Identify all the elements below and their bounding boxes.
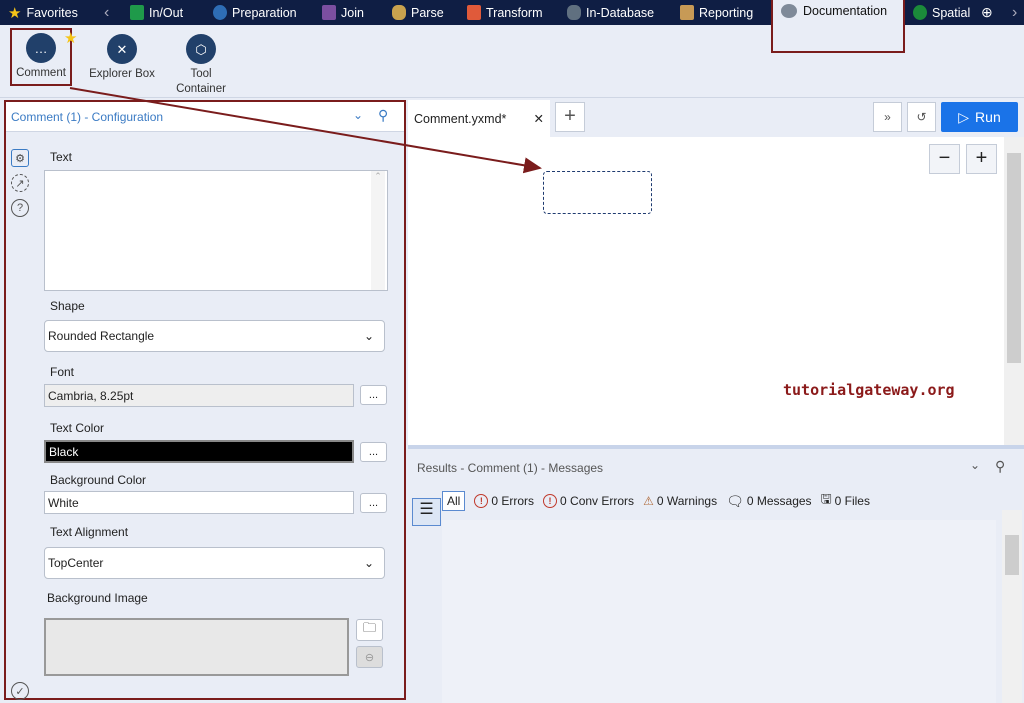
tool-explorer-box[interactable]: ✕Explorer Box bbox=[84, 31, 160, 82]
add-category-icon[interactable]: ⊕ bbox=[981, 0, 993, 25]
chevron-down-icon: ⌄ bbox=[364, 329, 374, 343]
chevron-down-icon[interactable]: ⌄ bbox=[970, 458, 980, 472]
config-header: Comment (1) - Configuration ⌄ ⚲ bbox=[6, 102, 404, 132]
check-icon[interactable]: ✓ bbox=[11, 682, 29, 700]
bg-color-label: Background Color bbox=[50, 473, 146, 487]
text-color-field[interactable]: Black bbox=[44, 440, 354, 463]
category-in-out[interactable]: In/Out bbox=[130, 0, 183, 25]
save-icon: 🖫 bbox=[821, 490, 832, 512]
scroll-left-icon[interactable]: ‹ bbox=[104, 0, 109, 25]
category-preparation[interactable]: Preparation bbox=[213, 0, 297, 25]
error-icon: ! bbox=[543, 494, 557, 508]
new-tab-button[interactable]: + bbox=[555, 102, 585, 132]
database-icon bbox=[567, 5, 581, 20]
scrollbar[interactable]: ⌃ bbox=[371, 171, 385, 290]
category-spatial[interactable]: Spatial bbox=[913, 0, 970, 25]
layout-icon[interactable]: ☰ bbox=[412, 498, 441, 526]
tool-container[interactable]: ⬡Tool Container bbox=[170, 31, 232, 97]
comment-tool-node[interactable] bbox=[543, 171, 652, 214]
category-in-database[interactable]: In-Database bbox=[567, 0, 654, 25]
run-button[interactable]: ▷Run bbox=[941, 102, 1018, 132]
filter-files[interactable]: 🖫0 Files bbox=[821, 490, 870, 512]
workflow-canvas[interactable]: − + tutorialgateway.org bbox=[408, 137, 1004, 445]
chevron-down-icon: ⌄ bbox=[364, 556, 374, 570]
favorite-star-icon[interactable]: ★ bbox=[64, 29, 77, 47]
tool-container-icon: ⬡ bbox=[186, 34, 216, 64]
documentation-icon bbox=[781, 4, 797, 18]
play-icon: ▷ bbox=[958, 109, 969, 126]
workflow-tabbar: Comment.yxmd*✕ + » ↺ ▷Run bbox=[408, 98, 1024, 137]
bg-color-field[interactable]: White bbox=[44, 491, 354, 514]
filter-messages[interactable]: 🗨0 Messages bbox=[726, 493, 811, 510]
results-scrollbar[interactable] bbox=[1002, 510, 1022, 703]
bg-image-preview bbox=[44, 618, 349, 676]
text-alignment-select[interactable]: TopCenter⌄ bbox=[44, 547, 385, 579]
results-header: Results - Comment (1) - Messages ⌄ ⚲ bbox=[410, 452, 1022, 482]
results-list bbox=[442, 520, 996, 703]
category-documentation[interactable]: Documentation bbox=[771, 0, 905, 53]
configuration-panel: Comment (1) - Configuration ⌄ ⚲ ⚙ ↗ ? ✓ … bbox=[4, 100, 406, 700]
filter-conv-errors[interactable]: !0 Conv Errors bbox=[543, 494, 634, 508]
filter-warnings[interactable]: ⚠0 Warnings bbox=[643, 494, 717, 508]
text-input[interactable]: ⌃ bbox=[44, 170, 388, 291]
transform-icon bbox=[467, 5, 481, 20]
message-icon: 🗨 bbox=[726, 493, 744, 510]
results-panel: Results - Comment (1) - Messages ⌄ ⚲ ☰ A… bbox=[408, 450, 1024, 703]
expand-icon[interactable]: » bbox=[873, 102, 902, 132]
text-color-button[interactable]: ... bbox=[360, 442, 387, 462]
pin-icon[interactable]: ⚲ bbox=[995, 458, 1005, 475]
gear-icon[interactable]: ⚙ bbox=[11, 149, 29, 167]
help-icon[interactable]: ? bbox=[11, 199, 29, 217]
font-label: Font bbox=[50, 365, 74, 379]
join-icon bbox=[322, 5, 336, 20]
parse-icon bbox=[392, 5, 406, 20]
font-picker-button[interactable]: ... bbox=[360, 385, 387, 405]
folder-icon[interactable]: 🗀 bbox=[356, 619, 383, 641]
shape-label: Shape bbox=[50, 299, 85, 313]
remove-image-icon[interactable]: ⊖ bbox=[356, 646, 383, 668]
tab-comment-yxmd[interactable]: Comment.yxmd*✕ bbox=[408, 100, 550, 137]
spatial-icon bbox=[913, 5, 927, 20]
text-label: Text bbox=[50, 150, 72, 164]
category-join[interactable]: Join bbox=[322, 0, 364, 25]
comment-icon: … bbox=[26, 33, 56, 63]
explorer-box-icon: ✕ bbox=[107, 34, 137, 64]
tool-comment[interactable]: …Comment bbox=[10, 28, 72, 86]
canvas-scrollbar[interactable] bbox=[1004, 137, 1024, 445]
shape-select[interactable]: Rounded Rectangle⌄ bbox=[44, 320, 385, 352]
bg-image-label: Background Image bbox=[47, 591, 148, 605]
bg-color-button[interactable]: ... bbox=[360, 493, 387, 513]
filter-errors[interactable]: !0 Errors bbox=[474, 494, 534, 508]
text-alignment-label: Text Alignment bbox=[50, 525, 128, 539]
filter-all[interactable]: All bbox=[442, 491, 465, 511]
history-icon[interactable]: ↺ bbox=[907, 102, 936, 132]
error-icon: ! bbox=[474, 494, 488, 508]
warning-icon: ⚠ bbox=[643, 494, 654, 508]
reporting-icon bbox=[680, 5, 694, 20]
pin-icon[interactable]: ⚲ bbox=[378, 107, 388, 124]
category-transform[interactable]: Transform bbox=[467, 0, 543, 25]
splitter[interactable] bbox=[408, 445, 1024, 449]
watermark: tutorialgateway.org bbox=[783, 381, 955, 399]
font-field: Cambria, 8.25pt bbox=[44, 384, 354, 407]
category-favorites[interactable]: ★Favorites bbox=[8, 0, 78, 25]
scroll-right-icon[interactable]: › bbox=[1012, 0, 1017, 25]
category-reporting[interactable]: Reporting bbox=[680, 0, 753, 25]
text-color-label: Text Color bbox=[50, 421, 104, 435]
zoom-in-button[interactable]: + bbox=[966, 144, 997, 174]
category-parse[interactable]: Parse bbox=[392, 0, 444, 25]
zoom-out-button[interactable]: − bbox=[929, 144, 960, 174]
close-icon[interactable]: ✕ bbox=[534, 111, 544, 126]
connection-icon[interactable]: ↗ bbox=[11, 174, 29, 192]
preparation-icon bbox=[213, 5, 227, 20]
in-out-icon bbox=[130, 5, 144, 20]
star-icon: ★ bbox=[8, 4, 21, 22]
chevron-down-icon[interactable]: ⌄ bbox=[353, 108, 363, 122]
